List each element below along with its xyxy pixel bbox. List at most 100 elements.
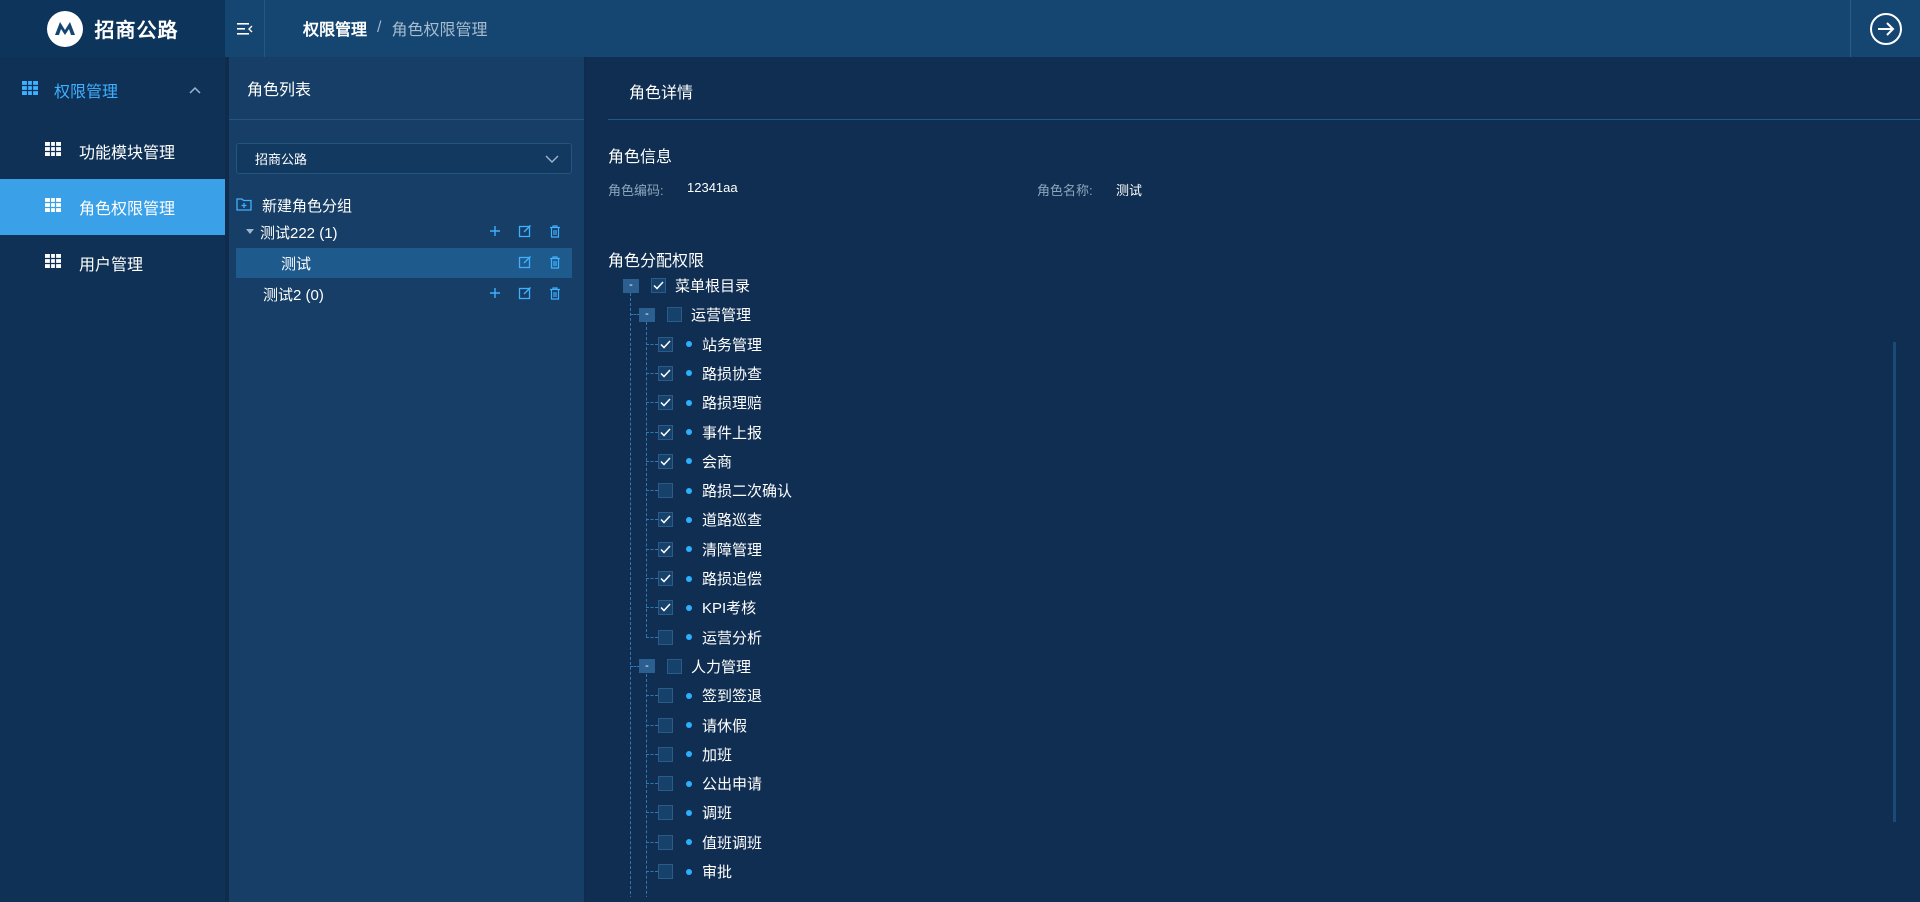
tree-leaf-row[interactable]: 审批 xyxy=(658,857,732,886)
top-header: 招商公路 权限管理 / 角色权限管理 xyxy=(0,0,1920,57)
tree-checkbox[interactable] xyxy=(651,278,666,293)
collapse-toggle-icon[interactable]: - xyxy=(639,307,655,322)
role-row[interactable]: 测试 xyxy=(236,248,572,278)
breadcrumb-root[interactable]: 权限管理 xyxy=(303,16,367,40)
tree-leaf-row[interactable]: 值班调班 xyxy=(658,828,762,857)
tree-connector xyxy=(646,695,658,697)
tree-connector xyxy=(646,673,647,897)
collapse-toggle-icon[interactable]: - xyxy=(639,659,655,674)
tree-connector xyxy=(646,812,658,814)
tree-node-label: 值班调班 xyxy=(702,834,763,852)
tree-checkbox[interactable] xyxy=(658,541,673,557)
tree-leaf-row[interactable]: 签到签退 xyxy=(658,681,762,710)
tree-connector xyxy=(646,607,658,609)
delete-icon[interactable] xyxy=(548,224,562,238)
tree-checkbox[interactable] xyxy=(658,453,673,469)
sidebar-group-permission[interactable]: 权限管理 xyxy=(0,57,225,123)
tree-node-label: 路损理赔 xyxy=(702,395,763,413)
role-group-row[interactable]: 测试222 (1) xyxy=(236,217,572,247)
tree-leaf-row[interactable]: 运营分析 xyxy=(658,623,762,652)
tree-checkbox[interactable] xyxy=(667,307,682,323)
tree-checkbox[interactable] xyxy=(658,424,673,440)
company-select-value: 招商公路 xyxy=(255,152,308,167)
scrollbar[interactable] xyxy=(1893,342,1896,822)
role-group-row[interactable]: 测试2 (0) xyxy=(236,279,572,309)
tree-leaf-row[interactable]: 请休假 xyxy=(658,711,747,740)
tree-connector xyxy=(646,548,658,550)
sidebar-item-label: 功能模块管理 xyxy=(79,145,176,162)
role-list-title: 角色列表 xyxy=(229,57,584,120)
sidebar-item-users[interactable]: 用户管理 xyxy=(0,235,225,291)
company-select[interactable]: 招商公路 xyxy=(236,143,572,174)
caret-down-icon[interactable] xyxy=(246,229,254,235)
delete-icon[interactable] xyxy=(548,286,562,300)
tree-node-label: 加班 xyxy=(702,746,733,764)
edit-icon[interactable] xyxy=(518,255,532,269)
tree-connector xyxy=(646,871,658,872)
tree-leaf-row[interactable]: 调班 xyxy=(658,798,732,827)
tree-checkbox[interactable] xyxy=(658,805,673,821)
bullet-icon xyxy=(686,575,692,582)
sidebar-item-role-permissions[interactable]: 角色权限管理 xyxy=(0,179,225,235)
tree-leaf-row[interactable]: 路损协查 xyxy=(658,359,762,388)
add-icon[interactable] xyxy=(488,286,502,300)
tree-checkbox[interactable] xyxy=(658,600,673,616)
tree-checkbox[interactable] xyxy=(658,776,673,792)
chevron-up-icon[interactable] xyxy=(189,81,201,99)
tree-leaf-row[interactable]: 路损理赔 xyxy=(658,388,762,417)
tree-leaf-row[interactable]: 道路巡查 xyxy=(658,505,762,534)
add-icon[interactable] xyxy=(488,224,502,238)
tree-leaf-row[interactable]: 站务管理 xyxy=(658,330,762,359)
tree-leaf-row[interactable]: 会商 xyxy=(658,447,732,476)
tree-checkbox[interactable] xyxy=(658,717,673,733)
tree-node-label: 事件上报 xyxy=(702,424,763,442)
tree-checkbox[interactable] xyxy=(658,688,673,704)
tree-connector xyxy=(646,724,658,726)
app-name: 招商公路 xyxy=(94,20,179,42)
tree-branch-row[interactable]: - 运营管理 xyxy=(639,300,751,329)
tree-connector xyxy=(646,753,658,755)
tree-leaf-row[interactable]: 加班 xyxy=(658,740,732,769)
tree-leaf-row[interactable]: 公出申请 xyxy=(658,769,762,798)
tree-leaf-row[interactable]: KPI考核 xyxy=(658,593,756,622)
tree-checkbox[interactable] xyxy=(658,336,673,352)
tree-checkbox[interactable] xyxy=(658,834,673,850)
tree-leaf-row[interactable]: 事件上报 xyxy=(658,418,762,447)
tree-checkbox[interactable] xyxy=(658,746,673,762)
tree-checkbox[interactable] xyxy=(658,512,673,528)
bullet-icon xyxy=(686,809,692,816)
collapse-toggle-icon[interactable]: - xyxy=(623,278,639,293)
tree-branch-row[interactable]: - 人力管理 xyxy=(639,652,751,681)
tree-connector xyxy=(646,402,658,404)
tree-checkbox[interactable] xyxy=(658,395,673,411)
edit-icon[interactable] xyxy=(518,286,532,300)
delete-icon[interactable] xyxy=(548,255,562,269)
new-role-group-label: 新建角色分组 xyxy=(262,198,353,215)
bullet-icon xyxy=(686,370,692,377)
bullet-icon xyxy=(686,604,692,611)
tree-checkbox[interactable] xyxy=(658,483,673,499)
tree-checkbox[interactable] xyxy=(658,571,673,586)
tree-leaf-row[interactable]: 路损追偿 xyxy=(658,564,762,593)
tree-branch-row[interactable]: - 菜单根目录 xyxy=(623,277,750,300)
breadcrumb-current: 角色权限管理 xyxy=(391,22,488,39)
bullet-icon xyxy=(686,429,692,435)
tree-leaf-row[interactable]: 路损二次确认 xyxy=(658,476,792,505)
tree-node-label: 请休假 xyxy=(702,717,748,735)
tree-node-label: 运营分析 xyxy=(702,629,763,647)
logout-icon[interactable] xyxy=(1850,0,1920,57)
sidebar-item-function-modules[interactable]: 功能模块管理 xyxy=(0,123,225,179)
menu-collapse-icon[interactable] xyxy=(225,0,265,57)
bullet-icon xyxy=(686,692,692,699)
new-role-group-button[interactable]: 新建角色分组 xyxy=(236,195,352,216)
bullet-icon xyxy=(686,839,692,846)
edit-icon[interactable] xyxy=(518,224,532,238)
tree-checkbox[interactable] xyxy=(667,658,682,674)
tree-checkbox[interactable] xyxy=(658,629,673,645)
tree-node-label: 站务管理 xyxy=(702,336,763,354)
tree-checkbox[interactable] xyxy=(658,365,673,381)
tree-leaf-row[interactable]: 清障管理 xyxy=(658,535,762,564)
tree-checkbox[interactable] xyxy=(658,864,673,879)
chevron-down-icon xyxy=(545,151,559,166)
tree-connector xyxy=(646,460,658,462)
